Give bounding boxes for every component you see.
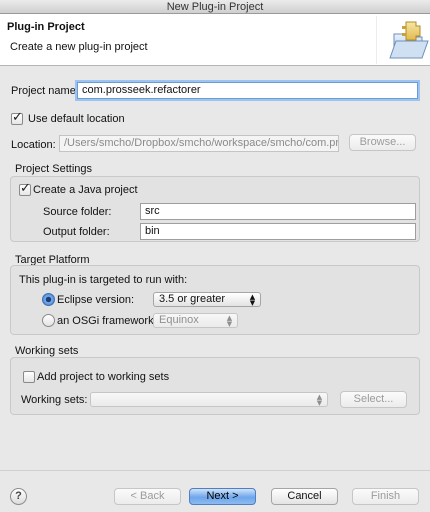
updown-arrows-icon: ▲ ▼	[316, 393, 323, 407]
window-title-bar: New Plug-in Project	[0, 0, 430, 14]
create-java-project-label: Create a Java project	[33, 184, 138, 196]
output-folder-label: Output folder:	[43, 226, 110, 238]
output-folder-input[interactable]: bin	[140, 223, 416, 240]
cancel-button[interactable]: Cancel	[271, 488, 338, 505]
osgi-framework-select[interactable]: Equinox ▲ ▼	[153, 313, 238, 328]
osgi-framework-radio[interactable]	[42, 314, 55, 327]
source-folder-label: Source folder:	[43, 206, 112, 218]
eclipse-version-select[interactable]: 3.5 or greater ▲ ▼	[153, 292, 261, 307]
source-folder-input[interactable]: src	[140, 203, 416, 220]
wizard-body: Project name: com.prosseek.refactorer ✓ …	[0, 67, 430, 470]
add-to-working-sets-label: Add project to working sets	[37, 371, 170, 383]
add-to-working-sets-checkbox[interactable]	[23, 371, 35, 383]
checkmark-icon: ✓	[20, 181, 31, 196]
eclipse-version-label: Eclipse version:	[57, 294, 135, 306]
project-name-label: Project name:	[11, 85, 79, 97]
target-platform-group: This plug-in is targeted to run with: Ec…	[10, 265, 420, 335]
folder-plugin-icon	[375, 14, 430, 66]
back-button[interactable]: < Back	[114, 488, 181, 505]
target-platform-prompt: This plug-in is targeted to run with:	[19, 274, 188, 286]
eclipse-version-value: 3.5 or greater	[159, 293, 226, 305]
osgi-framework-label: an OSGi framework:	[57, 315, 157, 327]
page-title: Plug-in Project	[7, 21, 85, 33]
window-title: New Plug-in Project	[166, 1, 264, 13]
working-sets-title: Working sets	[15, 345, 79, 357]
wizard-footer: ? < Back Next > Cancel Finish	[0, 470, 430, 512]
checkmark-icon: ✓	[12, 110, 23, 125]
project-name-input[interactable]: com.prosseek.refactorer	[77, 82, 418, 99]
location-input[interactable]: /Users/smcho/Dropbox/smcho/workspace/smc…	[59, 135, 339, 152]
project-settings-group: ✓ Create a Java project Source folder: s…	[10, 176, 420, 242]
use-default-location-label: Use default location	[28, 113, 125, 125]
working-sets-group: Add project to working sets Working sets…	[10, 357, 420, 415]
project-settings-title: Project Settings	[15, 163, 93, 175]
updown-arrows-icon: ▲ ▼	[249, 293, 256, 307]
use-default-location-checkbox[interactable]: ✓	[11, 110, 23, 125]
browse-button[interactable]: Browse...	[349, 134, 416, 151]
osgi-framework-value: Equinox	[159, 314, 199, 326]
location-label: Location:	[11, 139, 56, 151]
eclipse-version-radio[interactable]	[42, 293, 55, 306]
select-working-sets-button[interactable]: Select...	[340, 391, 407, 408]
next-button[interactable]: Next >	[189, 488, 256, 505]
help-icon[interactable]: ?	[10, 488, 27, 505]
finish-button[interactable]: Finish	[352, 488, 419, 505]
wizard-header: Plug-in Project Create a new plug-in pro…	[0, 14, 430, 66]
working-sets-label: Working sets:	[21, 394, 88, 406]
page-description: Create a new plug-in project	[10, 41, 148, 53]
updown-arrows-icon: ▲ ▼	[226, 314, 233, 328]
working-sets-select[interactable]: ▲ ▼	[90, 392, 328, 407]
create-java-project-checkbox[interactable]: ✓	[19, 181, 31, 196]
